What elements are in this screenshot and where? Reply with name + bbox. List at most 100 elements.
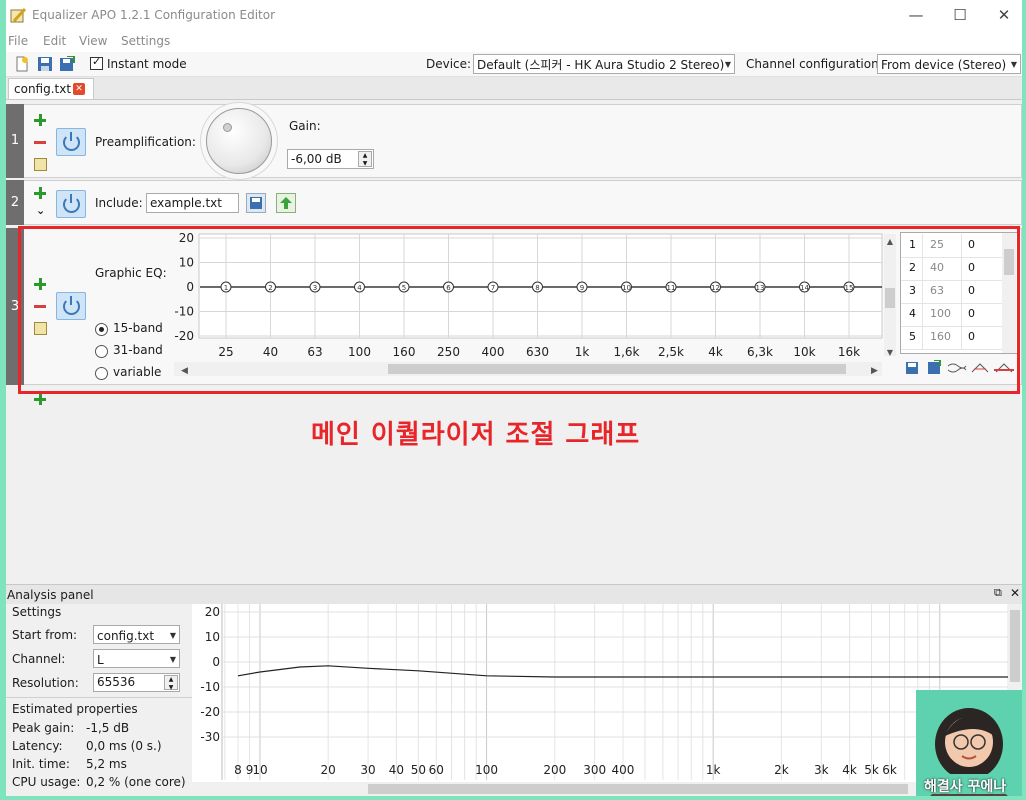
channel-label: Channel:: [12, 652, 66, 666]
analysis-x-label: 5k: [864, 763, 879, 777]
check-icon: ✓: [92, 55, 102, 68]
remove-filter-icon[interactable]: [34, 141, 46, 144]
undock-icon[interactable]: ⧉: [994, 586, 1002, 600]
init-time-value: 5,2 ms: [86, 757, 127, 771]
resolution-spinbox[interactable]: 65536 ▲ ▼: [93, 673, 180, 692]
power-toggle[interactable]: [56, 190, 86, 218]
app-icon: [10, 7, 26, 23]
latency-label: Latency:: [12, 739, 63, 753]
gain-knob[interactable]: [206, 108, 272, 174]
analysis-y-tick: 20: [205, 605, 220, 619]
section-number: 1: [6, 104, 24, 178]
save-as-icon[interactable]: [59, 56, 75, 72]
init-time-label: Init. time:: [12, 757, 70, 771]
power-toggle[interactable]: [56, 128, 86, 156]
analysis-x-label: 3k: [814, 763, 829, 777]
channel-value: L: [97, 653, 104, 667]
arrow-up-icon: [280, 197, 292, 209]
cpu-usage-label: CPU usage:: [12, 775, 81, 789]
analysis-y-tick: -20: [200, 705, 220, 719]
app-window: Equalizer APO 1.2.1 Configuration Editor…: [6, 0, 1022, 796]
include-file-value: example.txt: [150, 196, 222, 210]
include-file-field[interactable]: example.txt: [146, 193, 239, 213]
analysis-x-label: 100: [475, 763, 498, 777]
resolution-label: Resolution:: [12, 676, 79, 690]
analysis-x-label: 50: [411, 763, 426, 777]
analysis-x-label: 8: [234, 763, 242, 777]
instant-mode-checkbox[interactable]: ✓: [90, 55, 103, 70]
analysis-settings: Settings Start from: config.txt ▼ Channel…: [6, 604, 192, 796]
analysis-x-label: 6k: [882, 763, 897, 777]
knob-indicator: [223, 123, 232, 132]
settings-heading: Settings: [12, 605, 62, 619]
title-bar: Equalizer APO 1.2.1 Configuration Editor…: [6, 0, 1022, 30]
section-number: 2: [6, 180, 24, 225]
save-icon: [250, 197, 262, 209]
add-filter-icon[interactable]: [34, 187, 46, 199]
analysis-vscrollbar[interactable]: [1008, 604, 1022, 692]
channel-config-dropdown[interactable]: From device (Stereo) ▼: [877, 54, 1021, 74]
response-chart: 20100-10-20-30 8 910 20 30 40 50 60 100 200 300 40…: [200, 604, 1009, 780]
menu-view[interactable]: View: [79, 34, 107, 48]
analysis-x-label: 1k: [706, 763, 721, 777]
analysis-panel-header: Analysis panel ⧉ ✕: [6, 584, 1022, 605]
window-title: Equalizer APO 1.2.1 Configuration Editor: [32, 8, 276, 22]
expand-icon[interactable]: ⌄: [36, 204, 45, 217]
analysis-x-label: 30: [360, 763, 375, 777]
avatar-caption: 해결사 꾸에나: [924, 779, 1007, 795]
start-from-dropdown[interactable]: config.txt ▼: [93, 625, 180, 644]
analysis-x-label: 10: [252, 763, 267, 777]
device-value: Default (스피커 - HK Aura Studio 2 Stereo): [477, 58, 725, 72]
close-tab-icon[interactable]: ✕: [73, 83, 85, 95]
analysis-y-tick: 0: [212, 655, 220, 669]
new-file-icon[interactable]: [14, 56, 30, 72]
analysis-hscroll-thumb[interactable]: [368, 784, 908, 794]
analysis-x-label: 2k: [774, 763, 789, 777]
analysis-x-label: 400: [612, 763, 635, 777]
channel-dropdown[interactable]: L ▼: [93, 649, 180, 668]
analysis-graph[interactable]: 20 10 0 -10 -20 -30 8 9 10 20 30 40 50 60 100 200 300 40…: [192, 604, 1022, 796]
save-icon[interactable]: [37, 56, 53, 72]
analysis-x-label: 60: [429, 763, 444, 777]
gain-spinbox[interactable]: -6,00 dB ▲ ▼: [287, 149, 374, 169]
minimize-button[interactable]: —: [902, 4, 930, 26]
navigate-button[interactable]: [276, 193, 296, 213]
analysis-y-tick: -30: [200, 730, 220, 744]
chevron-down-icon: ▼: [1010, 60, 1017, 69]
menu-settings[interactable]: Settings: [121, 34, 170, 48]
add-filter-icon[interactable]: [34, 114, 46, 126]
start-from-value: config.txt: [97, 629, 155, 643]
analysis-x-label: 200: [543, 763, 566, 777]
instant-mode-label: Instant mode: [107, 57, 187, 71]
menu-file[interactable]: File: [8, 34, 28, 48]
spin-arrows-icon[interactable]: ▲ ▼: [358, 151, 372, 167]
analysis-hscrollbar[interactable]: [192, 782, 1022, 796]
include-label: Include:: [95, 196, 143, 210]
chevron-down-icon: ▼: [724, 60, 731, 69]
close-button[interactable]: ✕: [990, 4, 1018, 26]
latency-value: 0,0 ms (0 s.): [86, 739, 162, 753]
add-section-icon[interactable]: [34, 393, 46, 405]
tab-config[interactable]: config.txt ✕: [8, 78, 94, 99]
maximize-button[interactable]: ☐: [946, 4, 974, 26]
device-dropdown[interactable]: Default (스피커 - HK Aura Studio 2 Stereo) …: [473, 54, 735, 74]
analysis-x-label: 40: [389, 763, 404, 777]
spin-arrows-icon[interactable]: ▲ ▼: [164, 675, 178, 691]
analysis-panel-title: Analysis panel: [7, 588, 94, 602]
divider: [6, 697, 192, 698]
open-file-button[interactable]: [246, 193, 266, 213]
highlight-box: [18, 226, 1020, 394]
menu-edit[interactable]: Edit: [43, 34, 66, 48]
gain-value: -6,00 dB: [291, 152, 342, 166]
close-panel-icon[interactable]: ✕: [1010, 586, 1020, 600]
resolution-value: 65536: [97, 675, 136, 689]
edit-icon[interactable]: [34, 158, 47, 171]
analysis-x-label: 20: [321, 763, 336, 777]
gain-label: Gain:: [289, 119, 321, 133]
avatar-watermark: 해결사 꾸에나: [916, 690, 1022, 796]
peak-gain-label: Peak gain:: [12, 721, 75, 735]
channel-config-label: Channel configuration:: [746, 57, 883, 71]
cpu-usage-value: 0,2 % (one core): [86, 775, 186, 789]
chevron-down-icon: ▼: [169, 655, 176, 664]
analysis-vscroll-thumb[interactable]: [1010, 610, 1020, 682]
